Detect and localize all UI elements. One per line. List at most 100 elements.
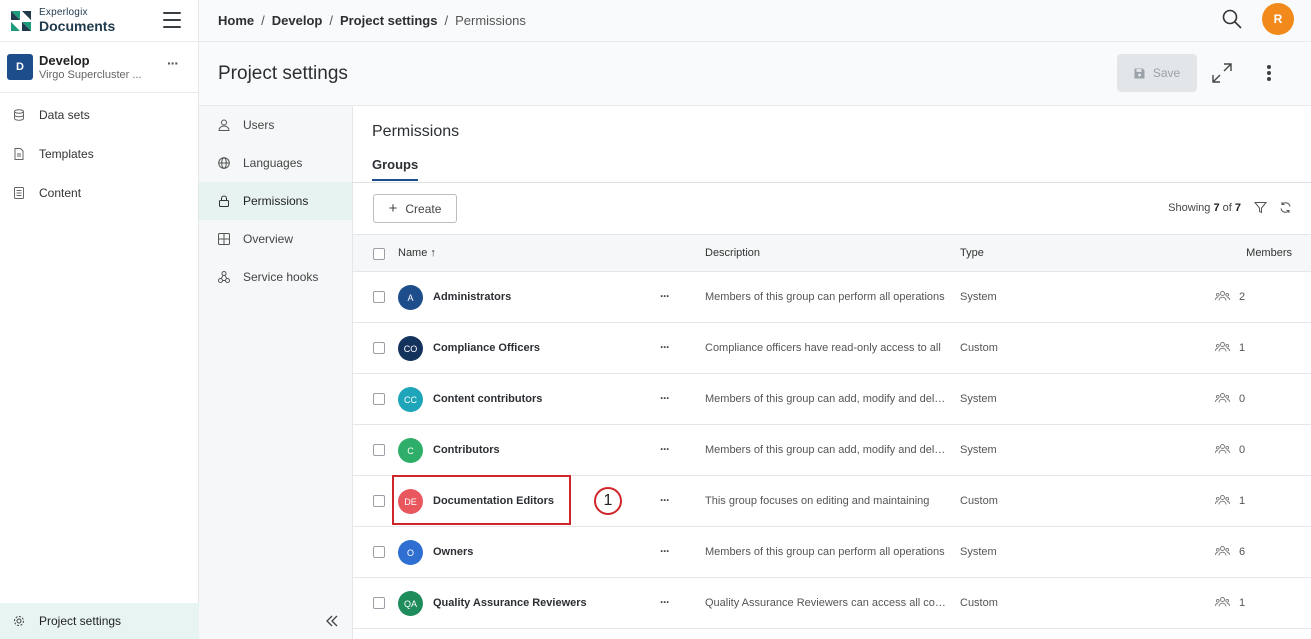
group-avatar: C xyxy=(398,438,423,463)
sort-ascending-icon: ↑ xyxy=(430,247,436,259)
row-checkbox[interactable] xyxy=(373,291,385,303)
template-icon xyxy=(14,147,24,160)
sidebar-item-label: Content xyxy=(39,185,82,200)
search-icon[interactable] xyxy=(1221,8,1243,30)
group-members-count: 6 xyxy=(1239,546,1246,558)
globe-icon xyxy=(218,157,230,169)
row-checkbox[interactable] xyxy=(373,393,385,405)
more-options-icon[interactable] xyxy=(1264,63,1274,83)
table-row[interactable]: QA Quality Assurance Reviewers ··· Quality … xyxy=(353,578,1311,629)
row-more-button[interactable]: ··· xyxy=(660,544,670,558)
sidebar-item-data-sets[interactable]: Data sets xyxy=(0,95,198,134)
table-row[interactable]: A Administrators ··· Members of this group … xyxy=(353,272,1311,323)
row-checkbox[interactable] xyxy=(373,495,385,507)
lock-icon xyxy=(219,195,229,207)
group-members-count: 1 xyxy=(1239,342,1246,354)
breadcrumb: Home / Develop / Project settings / Perm… xyxy=(218,13,526,28)
breadcrumb-develop[interactable]: Develop xyxy=(272,13,323,28)
row-checkbox[interactable] xyxy=(373,342,385,354)
sidebar-item-project-settings[interactable]: Project settings xyxy=(0,603,199,639)
subnav-item-languages[interactable]: Languages xyxy=(199,144,352,182)
group-avatar: A xyxy=(398,285,423,310)
sidebar-item-templates[interactable]: Templates xyxy=(0,134,198,173)
row-more-button[interactable]: ··· xyxy=(660,595,670,609)
showing-count: Showing 7 of 7 xyxy=(1168,202,1241,214)
user-icon xyxy=(218,119,230,131)
subnav-item-overview[interactable]: Overview xyxy=(199,220,352,258)
expand-icon[interactable] xyxy=(1211,62,1233,84)
sidebar-nav: Data sets Templates Content xyxy=(0,93,198,212)
hamburger-menu-icon[interactable] xyxy=(163,12,181,28)
project-more-button[interactable]: ··· xyxy=(167,55,179,71)
row-checkbox[interactable] xyxy=(373,546,385,558)
table-row[interactable]: O Owners ··· Members of this group can perf… xyxy=(353,527,1311,578)
group-name[interactable]: Contributors xyxy=(433,444,500,456)
group-avatar: QA xyxy=(398,591,423,616)
tab-groups[interactable]: Groups xyxy=(372,157,419,181)
group-name[interactable]: Quality Assurance Reviewers xyxy=(433,597,587,609)
breadcrumb-separator: / xyxy=(444,13,449,28)
subnav-item-label: Service hooks xyxy=(243,270,319,284)
row-checkbox[interactable] xyxy=(373,597,385,609)
showing-of: of xyxy=(1222,202,1232,214)
save-label: Save xyxy=(1152,66,1181,80)
create-button[interactable]: + Create xyxy=(373,194,457,223)
group-type: Custom xyxy=(960,597,998,609)
row-more-button[interactable]: ··· xyxy=(660,493,670,507)
annotation-highlight-box xyxy=(392,475,571,525)
collapse-sidebar-icon[interactable] xyxy=(325,614,339,628)
filter-icon[interactable] xyxy=(1254,201,1267,214)
user-avatar[interactable]: R xyxy=(1262,3,1294,35)
breadcrumb-project-settings[interactable]: Project settings xyxy=(340,13,438,28)
save-button[interactable]: Save xyxy=(1117,54,1197,92)
group-name[interactable]: Administrators xyxy=(433,291,511,303)
group-name[interactable]: Owners xyxy=(433,546,473,558)
showing-total: 7 xyxy=(1234,202,1241,214)
group-members-count: 1 xyxy=(1239,495,1246,507)
sidebar-item-label: Templates xyxy=(39,146,94,161)
group-name[interactable]: Content contributors xyxy=(433,393,542,405)
group-members-count: 1 xyxy=(1239,597,1246,609)
content-icon xyxy=(14,186,24,199)
project-switcher[interactable]: D Develop Virgo Supercluster ... ··· xyxy=(0,42,198,93)
group-members-count: 0 xyxy=(1239,393,1246,405)
breadcrumb-home[interactable]: Home xyxy=(218,13,254,28)
row-checkbox[interactable] xyxy=(373,444,385,456)
showing-prefix: Showing xyxy=(1168,202,1211,214)
table-body: A Administrators ··· Members of this group … xyxy=(353,272,1311,629)
top-bar: Home / Develop / Project settings / Perm… xyxy=(199,0,1311,42)
row-more-button[interactable]: ··· xyxy=(660,391,670,405)
column-header-name[interactable]: Name ↑ xyxy=(398,247,436,259)
select-all-checkbox[interactable] xyxy=(373,248,385,260)
group-type: Custom xyxy=(960,495,998,507)
row-more-button[interactable]: ··· xyxy=(660,289,670,303)
row-more-button[interactable]: ··· xyxy=(660,442,670,456)
page-header: Project settings Save xyxy=(199,42,1311,106)
refresh-icon[interactable] xyxy=(1279,201,1292,214)
group-description: This group focuses on editing and mainta… xyxy=(705,495,930,507)
column-header-type: Type xyxy=(960,247,984,259)
plus-icon: + xyxy=(388,200,398,217)
table-row[interactable]: C Contributors ··· Members of this group ca… xyxy=(353,425,1311,476)
brand: Experlogix Documents xyxy=(0,0,198,42)
project-avatar: D xyxy=(7,54,33,80)
sidebar-item-content[interactable]: Content xyxy=(0,173,198,212)
members-icon xyxy=(1215,596,1230,609)
table-row[interactable]: DE Documentation Editors ··· This group foc… xyxy=(353,475,1311,527)
subnav-item-service-hooks[interactable]: Service hooks xyxy=(199,258,352,296)
subnav-item-users[interactable]: Users xyxy=(199,106,352,144)
group-description: Compliance officers have read-only acces… xyxy=(705,342,941,354)
group-name[interactable]: Compliance Officers xyxy=(433,342,540,354)
table-row[interactable]: CC Content contributors ··· Members of this… xyxy=(353,374,1311,425)
row-more-button[interactable]: ··· xyxy=(660,340,670,354)
save-icon xyxy=(1134,68,1145,78)
members-icon xyxy=(1215,545,1230,558)
table-row[interactable]: CO Compliance Officers ··· Compliance offic… xyxy=(353,323,1311,374)
group-avatar: CC xyxy=(398,387,423,412)
group-type: Custom xyxy=(960,342,998,354)
group-members-count: 2 xyxy=(1239,291,1246,303)
breadcrumb-permissions: Permissions xyxy=(455,13,526,28)
subnav-item-permissions[interactable]: Permissions xyxy=(199,182,352,220)
sidebar-item-label: Data sets xyxy=(39,107,90,122)
group-avatar: O xyxy=(398,540,423,565)
